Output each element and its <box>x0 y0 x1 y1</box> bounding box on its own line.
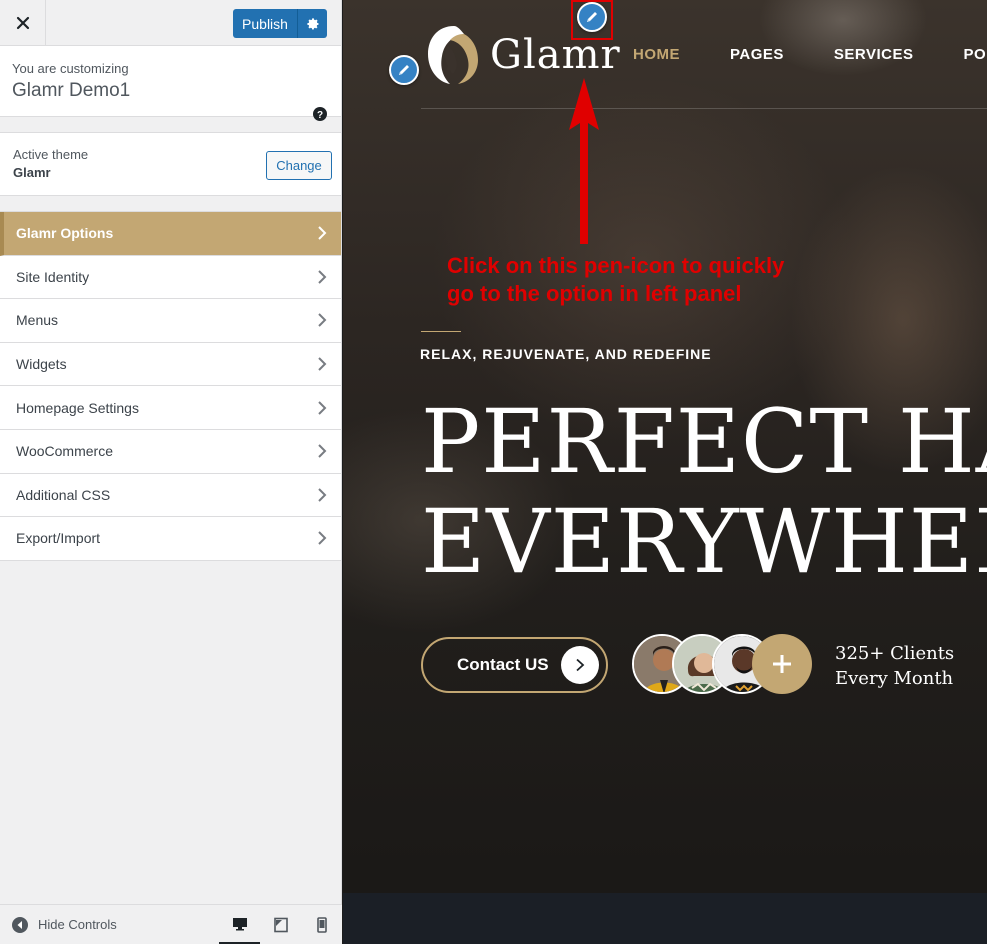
preview-mobile-button[interactable] <box>301 905 342 944</box>
collapse-arrow-icon <box>12 916 28 933</box>
more-clients-button[interactable] <box>752 634 812 694</box>
publish-button[interactable]: Publish <box>233 9 297 38</box>
contact-arrow <box>561 646 599 684</box>
contact-us-button[interactable]: Contact US <box>421 637 608 693</box>
main-navigation: HOME PAGES SERVICES PORTF <box>633 46 987 63</box>
logo-woman-silhouette-icon <box>428 26 478 84</box>
sidebar-header: Publish <box>0 0 341 46</box>
chevron-right-icon <box>318 488 327 502</box>
annotation-line-2: go to the option in left panel <box>447 281 742 306</box>
customizing-info: You are customizing Glamr Demo1 ? <box>0 46 341 121</box>
menu-item-site-identity[interactable]: Site Identity <box>0 256 341 300</box>
menu-item-label: Menus <box>16 312 59 329</box>
tablet-icon <box>273 917 288 933</box>
menu-item-export-import[interactable]: Export/Import <box>0 517 341 561</box>
menu-item-woocommerce[interactable]: WooCommerce <box>0 430 341 474</box>
hero-headline: PERFECT HA EVERYWHER <box>421 392 987 592</box>
clients-line-1: 325+ Clients <box>835 643 955 664</box>
nav-portfolio[interactable]: PORTF <box>964 46 987 63</box>
menu-item-label: Additional CSS <box>16 486 111 503</box>
menu-item-widgets[interactable]: Widgets <box>0 343 341 387</box>
mobile-icon <box>316 917 327 933</box>
device-switcher <box>219 905 342 944</box>
nav-home[interactable]: HOME <box>633 46 680 63</box>
theme-name: Glamr <box>13 165 51 180</box>
chevron-right-icon <box>576 658 585 672</box>
client-avatars <box>632 634 812 694</box>
header-divider <box>421 108 987 109</box>
close-customizer-button[interactable] <box>0 0 46 45</box>
hide-controls-button[interactable]: Hide Controls <box>12 916 117 933</box>
tagline-accent-line <box>421 331 461 332</box>
site-logo[interactable]: Glamr <box>420 24 621 86</box>
customizing-label: You are customizing <box>12 61 129 76</box>
customizer-sidebar: Publish You are customizing Glamr Demo1 … <box>0 0 342 944</box>
section-gap <box>0 196 341 211</box>
active-theme-section: Active theme Glamr Change <box>0 133 341 196</box>
menu-item-label: Widgets <box>16 356 67 373</box>
pencil-icon <box>399 65 409 75</box>
preview-tablet-button[interactable] <box>260 905 301 944</box>
customizer-menu: Glamr Options Site Identity Menus Widgets Ho… <box>0 211 341 561</box>
annotation-line-1: Click on this pen-icon to quickly <box>447 253 785 278</box>
change-theme-button[interactable]: Change <box>266 151 332 180</box>
publish-settings-button[interactable] <box>297 9 327 38</box>
clients-line-2: Every Month <box>835 668 954 689</box>
chevron-right-icon <box>318 400 327 415</box>
sidebar-footer: Hide Controls <box>0 904 342 944</box>
section-gap <box>0 117 341 133</box>
publish-group: Publish <box>233 9 327 38</box>
active-theme-label: Active theme <box>13 147 89 162</box>
menu-item-glamr-options[interactable]: Glamr Options <box>0 212 341 256</box>
next-section-band <box>343 893 987 944</box>
site-preview: Glamr HOME PAGES SERVICES PORTF Click on… <box>343 0 987 944</box>
logo-edit-shortcut[interactable] <box>389 55 419 85</box>
chevron-right-icon <box>318 270 327 284</box>
hero-headline-line-2: EVERYWHER <box>421 490 987 593</box>
menu-item-label: Export/Import <box>16 530 101 547</box>
site-name: Glamr Demo1 <box>12 80 131 101</box>
hero-headline-line-1: PERFECT HA <box>421 390 987 493</box>
annotation-text: Click on this pen-icon to quickly go to … <box>447 252 784 308</box>
desktop-icon <box>232 917 247 930</box>
menu-item-label: WooCommerce <box>16 443 113 460</box>
help-icon[interactable]: ? <box>313 107 327 121</box>
svg-text:?: ? <box>317 110 323 121</box>
menu-item-label: Glamr Options <box>16 225 114 242</box>
menu-item-label: Site Identity <box>16 268 90 285</box>
gear-icon <box>306 17 319 30</box>
chevron-right-icon <box>318 226 327 241</box>
contact-us-label: Contact US <box>457 655 549 674</box>
hero-tagline: RELAX, REJUVENATE, AND REDEFINE <box>420 346 712 362</box>
nav-pages[interactable]: PAGES <box>730 46 784 63</box>
plus-icon <box>773 655 791 673</box>
logo-text: Glamr <box>490 32 621 78</box>
clients-count: 325+ Clients Every Month <box>835 641 954 691</box>
chevron-right-icon <box>318 313 327 328</box>
menu-item-menus[interactable]: Menus <box>0 299 341 343</box>
pencil-icon <box>587 12 597 22</box>
nav-services[interactable]: SERVICES <box>834 46 914 63</box>
chevron-right-icon <box>318 531 327 546</box>
menu-item-homepage-settings[interactable]: Homepage Settings <box>0 386 341 430</box>
menu-item-label: Homepage Settings <box>16 399 139 416</box>
preview-desktop-button[interactable] <box>219 905 260 944</box>
annotation-arrow <box>569 78 599 244</box>
chevron-right-icon <box>318 444 327 458</box>
close-icon <box>16 16 29 29</box>
menu-item-additional-css[interactable]: Additional CSS <box>0 474 341 518</box>
chevron-right-icon <box>318 357 327 371</box>
hide-controls-label: Hide Controls <box>38 917 117 932</box>
